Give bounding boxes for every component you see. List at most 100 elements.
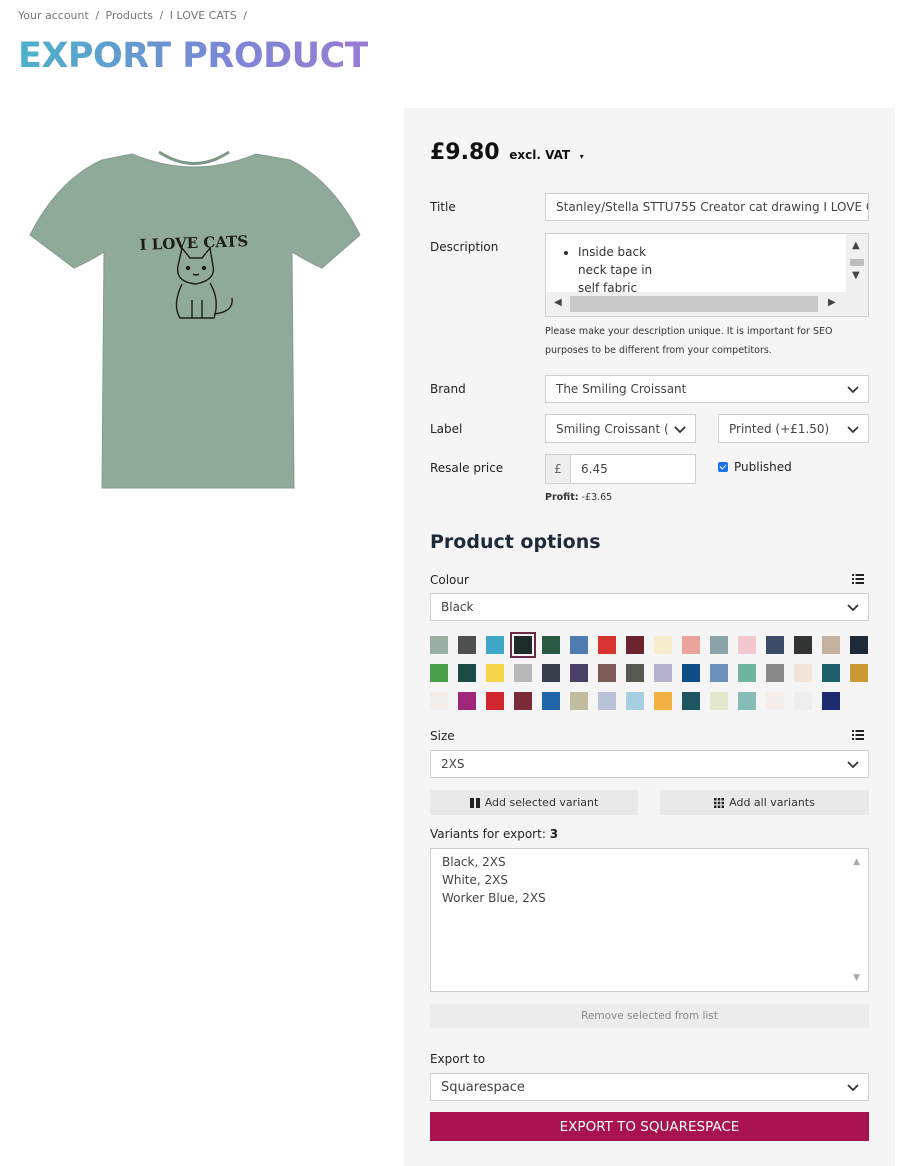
size-select[interactable]: 2XS (430, 750, 869, 778)
brand-select[interactable]: The Smiling Croissant (545, 375, 869, 403)
colour-swatch[interactable] (738, 636, 756, 654)
scroll-up-icon[interactable]: ▲ (853, 857, 860, 867)
breadcrumb-product[interactable]: I LOVE CATS (170, 9, 237, 22)
list-item[interactable]: Black, 2XS (442, 855, 506, 869)
colour-swatch[interactable] (598, 692, 616, 710)
colour-swatch[interactable] (654, 692, 672, 710)
colour-swatch[interactable] (766, 636, 784, 654)
resale-price-value: 6.45 (581, 462, 608, 476)
price: £9.80 excl. VAT ▾ (430, 140, 584, 165)
chevron-down-icon (847, 604, 859, 612)
description-vertical-scrollbar[interactable]: ▲ ▼ (846, 234, 868, 294)
add-all-variants-button[interactable]: Add all variants (660, 790, 869, 815)
list-item[interactable]: White, 2XS (442, 873, 508, 887)
title-label: Title (430, 200, 456, 214)
brand-select-value: The Smiling Croissant (556, 382, 687, 396)
colour-swatch[interactable] (766, 692, 784, 710)
colour-swatch[interactable] (458, 692, 476, 710)
colour-swatch[interactable] (458, 664, 476, 682)
scroll-thumb[interactable] (570, 296, 818, 312)
colour-swatch[interactable] (822, 664, 840, 682)
colour-swatch[interactable] (486, 692, 504, 710)
colour-swatch[interactable] (710, 692, 728, 710)
scroll-thumb[interactable] (850, 259, 864, 266)
colour-swatch[interactable] (794, 636, 812, 654)
colour-swatch[interactable] (682, 664, 700, 682)
label-label: Label (430, 422, 463, 436)
colour-swatch[interactable] (514, 692, 532, 710)
list-view-icon[interactable] (852, 574, 864, 584)
page-title: EXPORT PRODUCT (18, 36, 369, 76)
colour-swatch[interactable] (570, 636, 588, 654)
colour-swatch[interactable] (570, 664, 588, 682)
variants-list[interactable]: Black, 2XS White, 2XS Worker Blue, 2XS ▲… (430, 848, 869, 992)
colour-swatch[interactable] (626, 692, 644, 710)
scroll-down-icon[interactable]: ▼ (852, 270, 860, 281)
colour-swatch[interactable] (626, 636, 644, 654)
colour-swatch[interactable] (510, 632, 536, 658)
colour-swatch[interactable] (710, 636, 728, 654)
colour-swatch[interactable] (850, 664, 868, 682)
profit-text: Profit: -£3.65 (545, 492, 612, 503)
checkbox-checked-icon[interactable] (718, 462, 728, 472)
chevron-down-icon (847, 761, 859, 769)
remove-selected-button[interactable]: Remove selected from list (430, 1004, 869, 1028)
colour-swatch[interactable] (654, 664, 672, 682)
scroll-right-icon[interactable]: ▶ (828, 297, 836, 308)
colour-swatch[interactable] (486, 636, 504, 654)
currency-addon: £ (545, 454, 571, 484)
product-image: I LOVE CATS (29, 150, 361, 489)
vat-caret-icon[interactable]: ▾ (580, 152, 584, 161)
colour-swatch[interactable] (542, 692, 560, 710)
colour-swatch[interactable] (486, 664, 504, 682)
colour-swatch[interactable] (458, 636, 476, 654)
description-textarea[interactable]: Inside backneck tape inself fabric ▲ ▼ ◀… (545, 233, 869, 317)
size-select-value: 2XS (441, 757, 465, 771)
list-view-icon[interactable] (852, 730, 864, 740)
colour-swatch[interactable] (682, 692, 700, 710)
label-print-select[interactable]: Printed (+£1.50) (718, 414, 869, 443)
colour-swatch[interactable] (598, 664, 616, 682)
colour-swatch[interactable] (766, 664, 784, 682)
colour-swatch[interactable] (738, 664, 756, 682)
colour-swatch[interactable] (514, 664, 532, 682)
export-target-select[interactable]: Squarespace (430, 1073, 869, 1101)
scroll-up-icon[interactable]: ▲ (852, 240, 860, 251)
colour-swatch[interactable] (542, 664, 560, 682)
scroll-down-icon[interactable]: ▼ (853, 973, 860, 983)
colour-swatch[interactable] (822, 636, 840, 654)
colour-swatch[interactable] (570, 692, 588, 710)
resale-price-input[interactable]: 6.45 (570, 454, 696, 484)
colour-swatch[interactable] (654, 636, 672, 654)
label-select[interactable]: Smiling Croissant ( (545, 414, 696, 443)
colour-swatch[interactable] (850, 636, 868, 654)
colour-swatch[interactable] (430, 636, 448, 654)
scroll-left-icon[interactable]: ◀ (554, 297, 562, 308)
breadcrumb-your-account[interactable]: Your account (18, 9, 89, 22)
colour-swatch[interactable] (598, 636, 616, 654)
breadcrumb-products[interactable]: Products (106, 9, 154, 22)
product-options-heading: Product options (430, 531, 601, 553)
title-input[interactable]: Stanley/Stella STTU755 Creator cat drawi… (545, 193, 869, 221)
colour-select[interactable]: Black (430, 593, 869, 621)
chevron-down-icon (847, 1084, 859, 1092)
export-button[interactable]: EXPORT TO SQUARESPACE (430, 1112, 869, 1141)
colour-swatch[interactable] (794, 692, 812, 710)
colour-swatch[interactable] (626, 664, 644, 682)
colour-label: Colour (430, 573, 469, 587)
list-item[interactable]: Worker Blue, 2XS (442, 891, 546, 905)
colour-swatch[interactable] (430, 692, 448, 710)
colour-swatch[interactable] (794, 664, 812, 682)
colour-swatch[interactable] (542, 636, 560, 654)
published-checkbox[interactable]: Published (718, 460, 792, 474)
print-text: I LOVE CATS (139, 232, 248, 254)
colour-swatch[interactable] (710, 664, 728, 682)
colour-swatch[interactable] (822, 692, 840, 710)
profit-value: -£3.65 (581, 492, 613, 503)
vat-toggle[interactable]: excl. VAT (509, 148, 570, 162)
colour-swatch[interactable] (738, 692, 756, 710)
add-selected-variant-button[interactable]: Add selected variant (430, 790, 638, 815)
description-horizontal-scrollbar[interactable]: ◀ ▶ (546, 292, 868, 316)
colour-swatch[interactable] (430, 664, 448, 682)
colour-swatch[interactable] (682, 636, 700, 654)
